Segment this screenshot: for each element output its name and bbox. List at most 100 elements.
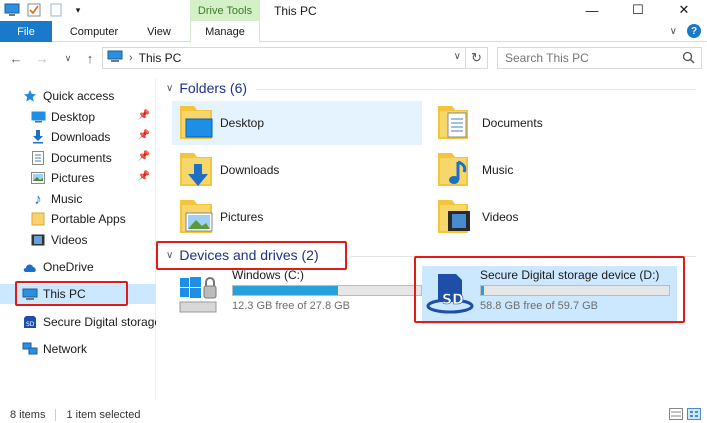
windows-drive-icon xyxy=(178,272,222,316)
folder-item-desktop[interactable]: Desktop xyxy=(172,101,422,145)
videos-folder-icon xyxy=(434,197,476,237)
search-box[interactable] xyxy=(497,47,702,69)
window-title: This PC xyxy=(274,4,317,18)
folder-item-documents[interactable]: Documents xyxy=(434,101,684,145)
ribbon-controls: ∨ ? xyxy=(670,24,701,38)
breadcrumb-this-pc[interactable]: This PC xyxy=(139,51,182,65)
sidebar-item-label: Music xyxy=(51,192,83,206)
close-button[interactable]: ✕ xyxy=(661,0,707,20)
folder-label: Documents xyxy=(482,116,543,130)
annotation-sd-drive xyxy=(414,256,685,323)
breadcrumb-separator-icon[interactable]: › xyxy=(129,52,133,64)
tab-file[interactable]: File xyxy=(0,21,52,42)
sidebar-item-label: Downloads xyxy=(51,130,111,144)
sidebar-item-downloads[interactable]: Downloads 📌 xyxy=(0,127,156,147)
annotation-this-pc xyxy=(15,281,128,306)
annotation-devices-heading xyxy=(156,241,347,270)
folder-item-pictures[interactable]: Pictures xyxy=(172,195,422,239)
expand-ribbon-icon[interactable]: ∨ xyxy=(670,26,677,37)
sidebar-item-label: Pictures xyxy=(51,171,95,185)
up-arrow-icon[interactable]: ↑ xyxy=(82,49,98,67)
cloud-icon xyxy=(22,259,38,275)
pictures-folder-icon xyxy=(172,197,214,237)
pin-icon[interactable]: 📌 xyxy=(138,171,150,182)
window-controls: — ☐ ✕ xyxy=(569,0,707,20)
properties-icon[interactable] xyxy=(26,2,42,18)
drive-item-c[interactable]: Windows (C:) 12.3 GB free of 27.8 GB xyxy=(174,266,422,324)
refresh-icon[interactable]: ↻ xyxy=(465,48,487,68)
sidebar-item-portable-apps[interactable]: Portable Apps xyxy=(0,209,156,229)
title-bar: ▾ Drive Tools This PC — ☐ ✕ xyxy=(0,0,707,21)
search-icon[interactable] xyxy=(682,51,695,67)
sidebar-item-onedrive[interactable]: OneDrive xyxy=(0,257,156,277)
navigation-pane: Quick access Desktop 📌 Downloads 📌 Docum… xyxy=(0,78,156,400)
status-bar: 8 items 1 item selected xyxy=(0,406,707,423)
pin-icon[interactable]: 📌 xyxy=(138,130,150,141)
sidebar-item-label: Quick access xyxy=(43,89,115,103)
sidebar-item-secure-digital-storage[interactable]: SD Secure Digital storage xyxy=(0,312,156,332)
sidebar-item-network[interactable]: Network xyxy=(0,339,156,359)
search-input[interactable] xyxy=(498,48,673,68)
sidebar-item-quick-access[interactable]: Quick access xyxy=(0,86,156,106)
svg-text:SD: SD xyxy=(26,321,35,328)
back-arrow-icon[interactable]: ← xyxy=(8,49,24,67)
drive-free-space: 12.3 GB free of 27.8 GB xyxy=(232,300,351,312)
quick-access-toolbar: ▾ xyxy=(4,2,86,18)
sidebar-item-label: OneDrive xyxy=(43,260,94,274)
customize-toolbar-icon[interactable]: ▾ xyxy=(70,2,86,18)
sidebar-item-documents[interactable]: Documents 📌 xyxy=(0,148,156,168)
address-dropdown-icon[interactable]: ∨ xyxy=(454,51,461,62)
drive-usage-fill xyxy=(233,286,339,295)
status-item-count: 8 items xyxy=(10,408,46,421)
folder-icon xyxy=(30,211,46,227)
sd-card-icon: SD xyxy=(22,314,38,330)
sidebar-item-label: Documents xyxy=(51,151,112,165)
documents-folder-icon xyxy=(434,103,476,143)
folder-label: Videos xyxy=(482,210,519,224)
folder-item-downloads[interactable]: Downloads xyxy=(172,148,422,192)
pin-icon[interactable]: 📌 xyxy=(138,110,150,121)
group-folders-header[interactable]: ∨ Folders (6) xyxy=(166,80,247,96)
music-folder-icon xyxy=(434,150,476,190)
folder-item-music[interactable]: Music xyxy=(434,148,684,192)
tab-computer[interactable]: Computer xyxy=(58,21,130,42)
group-divider xyxy=(256,89,696,90)
minimize-button[interactable]: — xyxy=(569,0,615,20)
sidebar-item-pictures[interactable]: Pictures 📌 xyxy=(0,168,156,188)
sidebar-item-music[interactable]: ♪ Music xyxy=(0,189,156,209)
address-bar[interactable]: › This PC ∨ ↻ xyxy=(102,47,488,69)
file-list: ∨ Folders (6) Desktop Documents Download… xyxy=(160,78,707,400)
folder-item-videos[interactable]: Videos xyxy=(434,195,684,239)
details-view-icon[interactable] xyxy=(669,408,683,423)
chevron-down-icon[interactable]: ∨ xyxy=(166,83,173,94)
pin-icon[interactable]: 📌 xyxy=(138,151,150,162)
view-toggle xyxy=(669,408,701,423)
drive-name: Windows (C:) xyxy=(232,268,305,282)
documents-icon xyxy=(30,150,46,166)
computer-icon[interactable] xyxy=(4,2,20,18)
sidebar-item-desktop[interactable]: Desktop 📌 xyxy=(0,107,156,127)
forward-arrow-icon[interactable]: → xyxy=(34,49,50,67)
recent-locations-icon[interactable]: ∨ xyxy=(60,49,76,67)
sidebar-item-videos[interactable]: Videos xyxy=(0,230,156,250)
large-icons-view-icon[interactable] xyxy=(687,408,701,423)
navigation-bar: ← → ∨ ↑ › This PC ∨ ↻ xyxy=(0,43,707,73)
sidebar-item-label: Videos xyxy=(51,233,88,247)
sidebar-item-label: Network xyxy=(43,342,88,356)
pictures-icon xyxy=(30,170,46,186)
help-icon[interactable]: ? xyxy=(687,24,701,38)
folder-label: Music xyxy=(482,163,514,177)
sidebar-item-label: Desktop xyxy=(51,110,96,124)
folder-label: Pictures xyxy=(220,210,264,224)
desktop-icon xyxy=(30,109,46,125)
maximize-button[interactable]: ☐ xyxy=(615,0,661,20)
group-title: Folders (6) xyxy=(179,80,248,96)
downloads-folder-icon xyxy=(172,150,214,190)
new-folder-icon[interactable] xyxy=(48,2,64,18)
drive-usage-bar xyxy=(232,285,422,296)
videos-icon xyxy=(30,232,46,248)
music-icon: ♪ xyxy=(34,190,42,208)
tab-view[interactable]: View xyxy=(134,21,184,42)
tab-manage[interactable]: Manage xyxy=(190,21,260,43)
drive-tools-context-label: Drive Tools xyxy=(190,0,260,21)
